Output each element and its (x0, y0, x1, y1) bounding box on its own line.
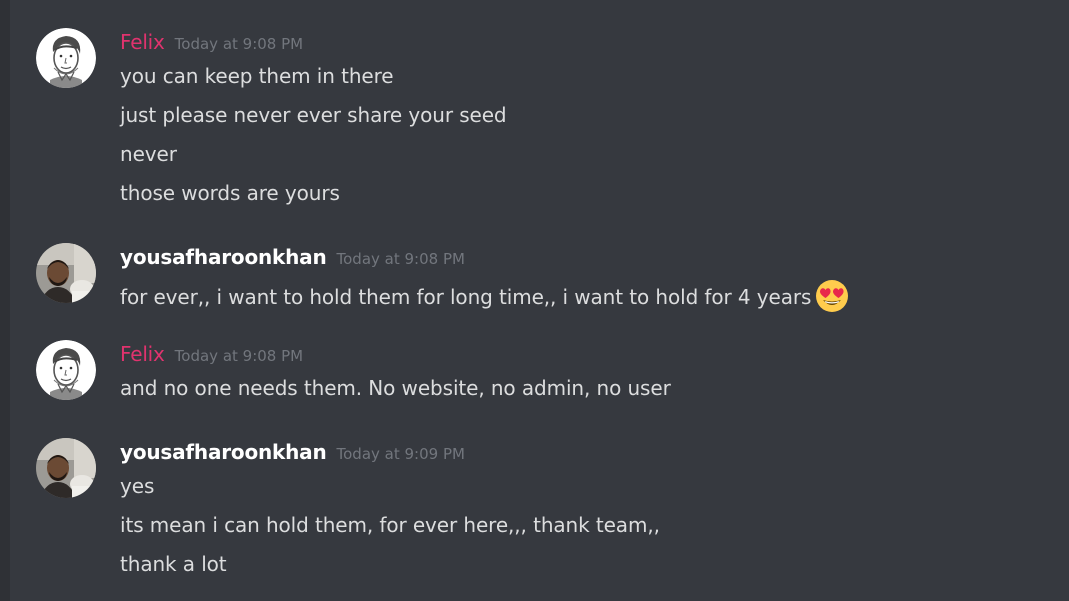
username[interactable]: Felix (120, 342, 165, 366)
avatar[interactable] (36, 438, 96, 498)
message-header: yousafharoonkhan Today at 9:09 PM (120, 440, 465, 470)
message-text-content: for ever,, i want to hold them for long … (120, 285, 812, 309)
timestamp[interactable]: Today at 9:08 PM (175, 35, 303, 53)
heart-eyes-emoji-icon[interactable] (815, 279, 849, 313)
timestamp[interactable]: Today at 9:08 PM (337, 250, 465, 268)
message-group: Felix Today at 9:08 PM you can keep them … (0, 28, 1069, 218)
timestamp[interactable]: Today at 9:09 PM (337, 445, 465, 463)
message-group: yousafharoonkhan Today at 9:09 PM yes its… (0, 438, 1069, 588)
message-group: yousafharoonkhan Today at 9:08 PM for eve… (0, 243, 1069, 313)
timestamp[interactable]: Today at 9:08 PM (175, 347, 303, 365)
avatar[interactable] (36, 28, 96, 88)
message-text: thank a lot (120, 552, 227, 576)
message-text: yes (120, 474, 155, 498)
username[interactable]: yousafharoonkhan (120, 245, 327, 269)
message-header: Felix Today at 9:08 PM (120, 342, 303, 372)
message-text: for ever,, i want to hold them for long … (120, 279, 849, 313)
user-photo-avatar-icon (36, 438, 96, 498)
avatar[interactable] (36, 243, 96, 303)
user-photo-avatar-icon (36, 243, 96, 303)
message-group: Felix Today at 9:08 PM and no one needs t… (0, 340, 1069, 400)
message-header: Felix Today at 9:08 PM (120, 30, 303, 60)
message-text: and no one needs them. No website, no ad… (120, 376, 671, 400)
message-text: you can keep them in there (120, 64, 394, 88)
chat-messages: Felix Today at 9:08 PM you can keep them … (0, 0, 1069, 601)
felix-avatar-icon (36, 28, 96, 88)
message-text: never (120, 142, 177, 166)
message-header: yousafharoonkhan Today at 9:08 PM (120, 245, 465, 275)
message-text: those words are yours (120, 181, 340, 205)
avatar[interactable] (36, 340, 96, 400)
felix-avatar-icon (36, 340, 96, 400)
message-text: its mean i can hold them, for ever here,… (120, 513, 660, 537)
username[interactable]: Felix (120, 30, 165, 54)
message-text: just please never ever share your seed (120, 103, 507, 127)
username[interactable]: yousafharoonkhan (120, 440, 327, 464)
